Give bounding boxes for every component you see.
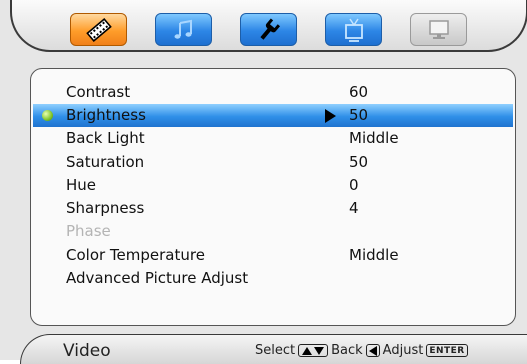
- menu-item-value: Middle: [349, 129, 399, 147]
- menu-item-label: Hue: [66, 176, 97, 194]
- up-down-key: [298, 344, 329, 357]
- menu-item-value: 0: [349, 176, 359, 194]
- menu-item-label: Saturation: [66, 153, 145, 171]
- tab-pc: [410, 13, 467, 46]
- menu-item-saturation[interactable]: Saturation 50: [33, 151, 513, 174]
- menu-item-phase: Phase: [33, 220, 513, 243]
- film-strip-icon: [85, 17, 112, 42]
- menu-item-label: Advanced Picture Adjust: [66, 269, 249, 287]
- menu-item-value: 60: [349, 83, 369, 101]
- tab-audio[interactable]: [155, 13, 212, 46]
- left-arrow-icon: [368, 345, 377, 356]
- tab-tv[interactable]: [325, 13, 382, 46]
- tv-icon: [344, 18, 363, 42]
- osd-menu: Contrast 60 Brightness 50 Back Light Mid…: [0, 0, 527, 364]
- back-hint-label: Back: [331, 343, 363, 358]
- menu-item-label: Back Light: [66, 129, 145, 147]
- menu-item-hue[interactable]: Hue 0: [33, 174, 513, 197]
- up-arrow-icon: [302, 346, 313, 355]
- menu-item-label: Phase: [66, 222, 111, 240]
- key-hints: Select Back Adjust ENTER: [255, 343, 471, 358]
- menu-item-brightness[interactable]: Brightness 50: [33, 104, 513, 127]
- menu-item-value: 50: [349, 153, 369, 171]
- menu-item-back-light[interactable]: Back Light Middle: [33, 127, 513, 150]
- adjust-hint-label: Adjust: [382, 343, 424, 358]
- menu-item-value: Middle: [349, 246, 399, 264]
- menu-item-sharpness[interactable]: Sharpness 4: [33, 197, 513, 220]
- mode-title: Video: [63, 341, 111, 361]
- menu-item-color-temperature[interactable]: Color Temperature Middle: [33, 244, 513, 267]
- category-tab-bar: [10, 0, 527, 52]
- menu-item-label: Brightness: [66, 106, 146, 124]
- menu-item-label: Contrast: [66, 83, 131, 101]
- menu-item-advanced-picture-adjust[interactable]: Advanced Picture Adjust: [33, 267, 513, 290]
- menu-item-label: Sharpness: [66, 199, 145, 217]
- menu-item-label: Color Temperature: [66, 246, 205, 264]
- menu-item-value: 50: [349, 106, 369, 124]
- menu-item-contrast[interactable]: Contrast 60: [33, 81, 513, 104]
- computer-monitor-icon: [428, 19, 449, 39]
- menu-item-value: 4: [349, 199, 359, 217]
- play-arrow-icon: [325, 109, 336, 123]
- tab-video[interactable]: [70, 13, 127, 46]
- music-note-icon: [174, 19, 192, 39]
- left-key: [365, 344, 380, 357]
- wrench-icon: [259, 17, 280, 40]
- selection-bullet-icon: [42, 110, 53, 121]
- down-arrow-icon: [314, 346, 325, 355]
- menu-panel: Contrast 60 Brightness 50 Back Light Mid…: [30, 68, 516, 326]
- enter-key: ENTER: [426, 344, 468, 357]
- tab-settings[interactable]: [240, 13, 297, 46]
- select-hint-label: Select: [255, 343, 296, 358]
